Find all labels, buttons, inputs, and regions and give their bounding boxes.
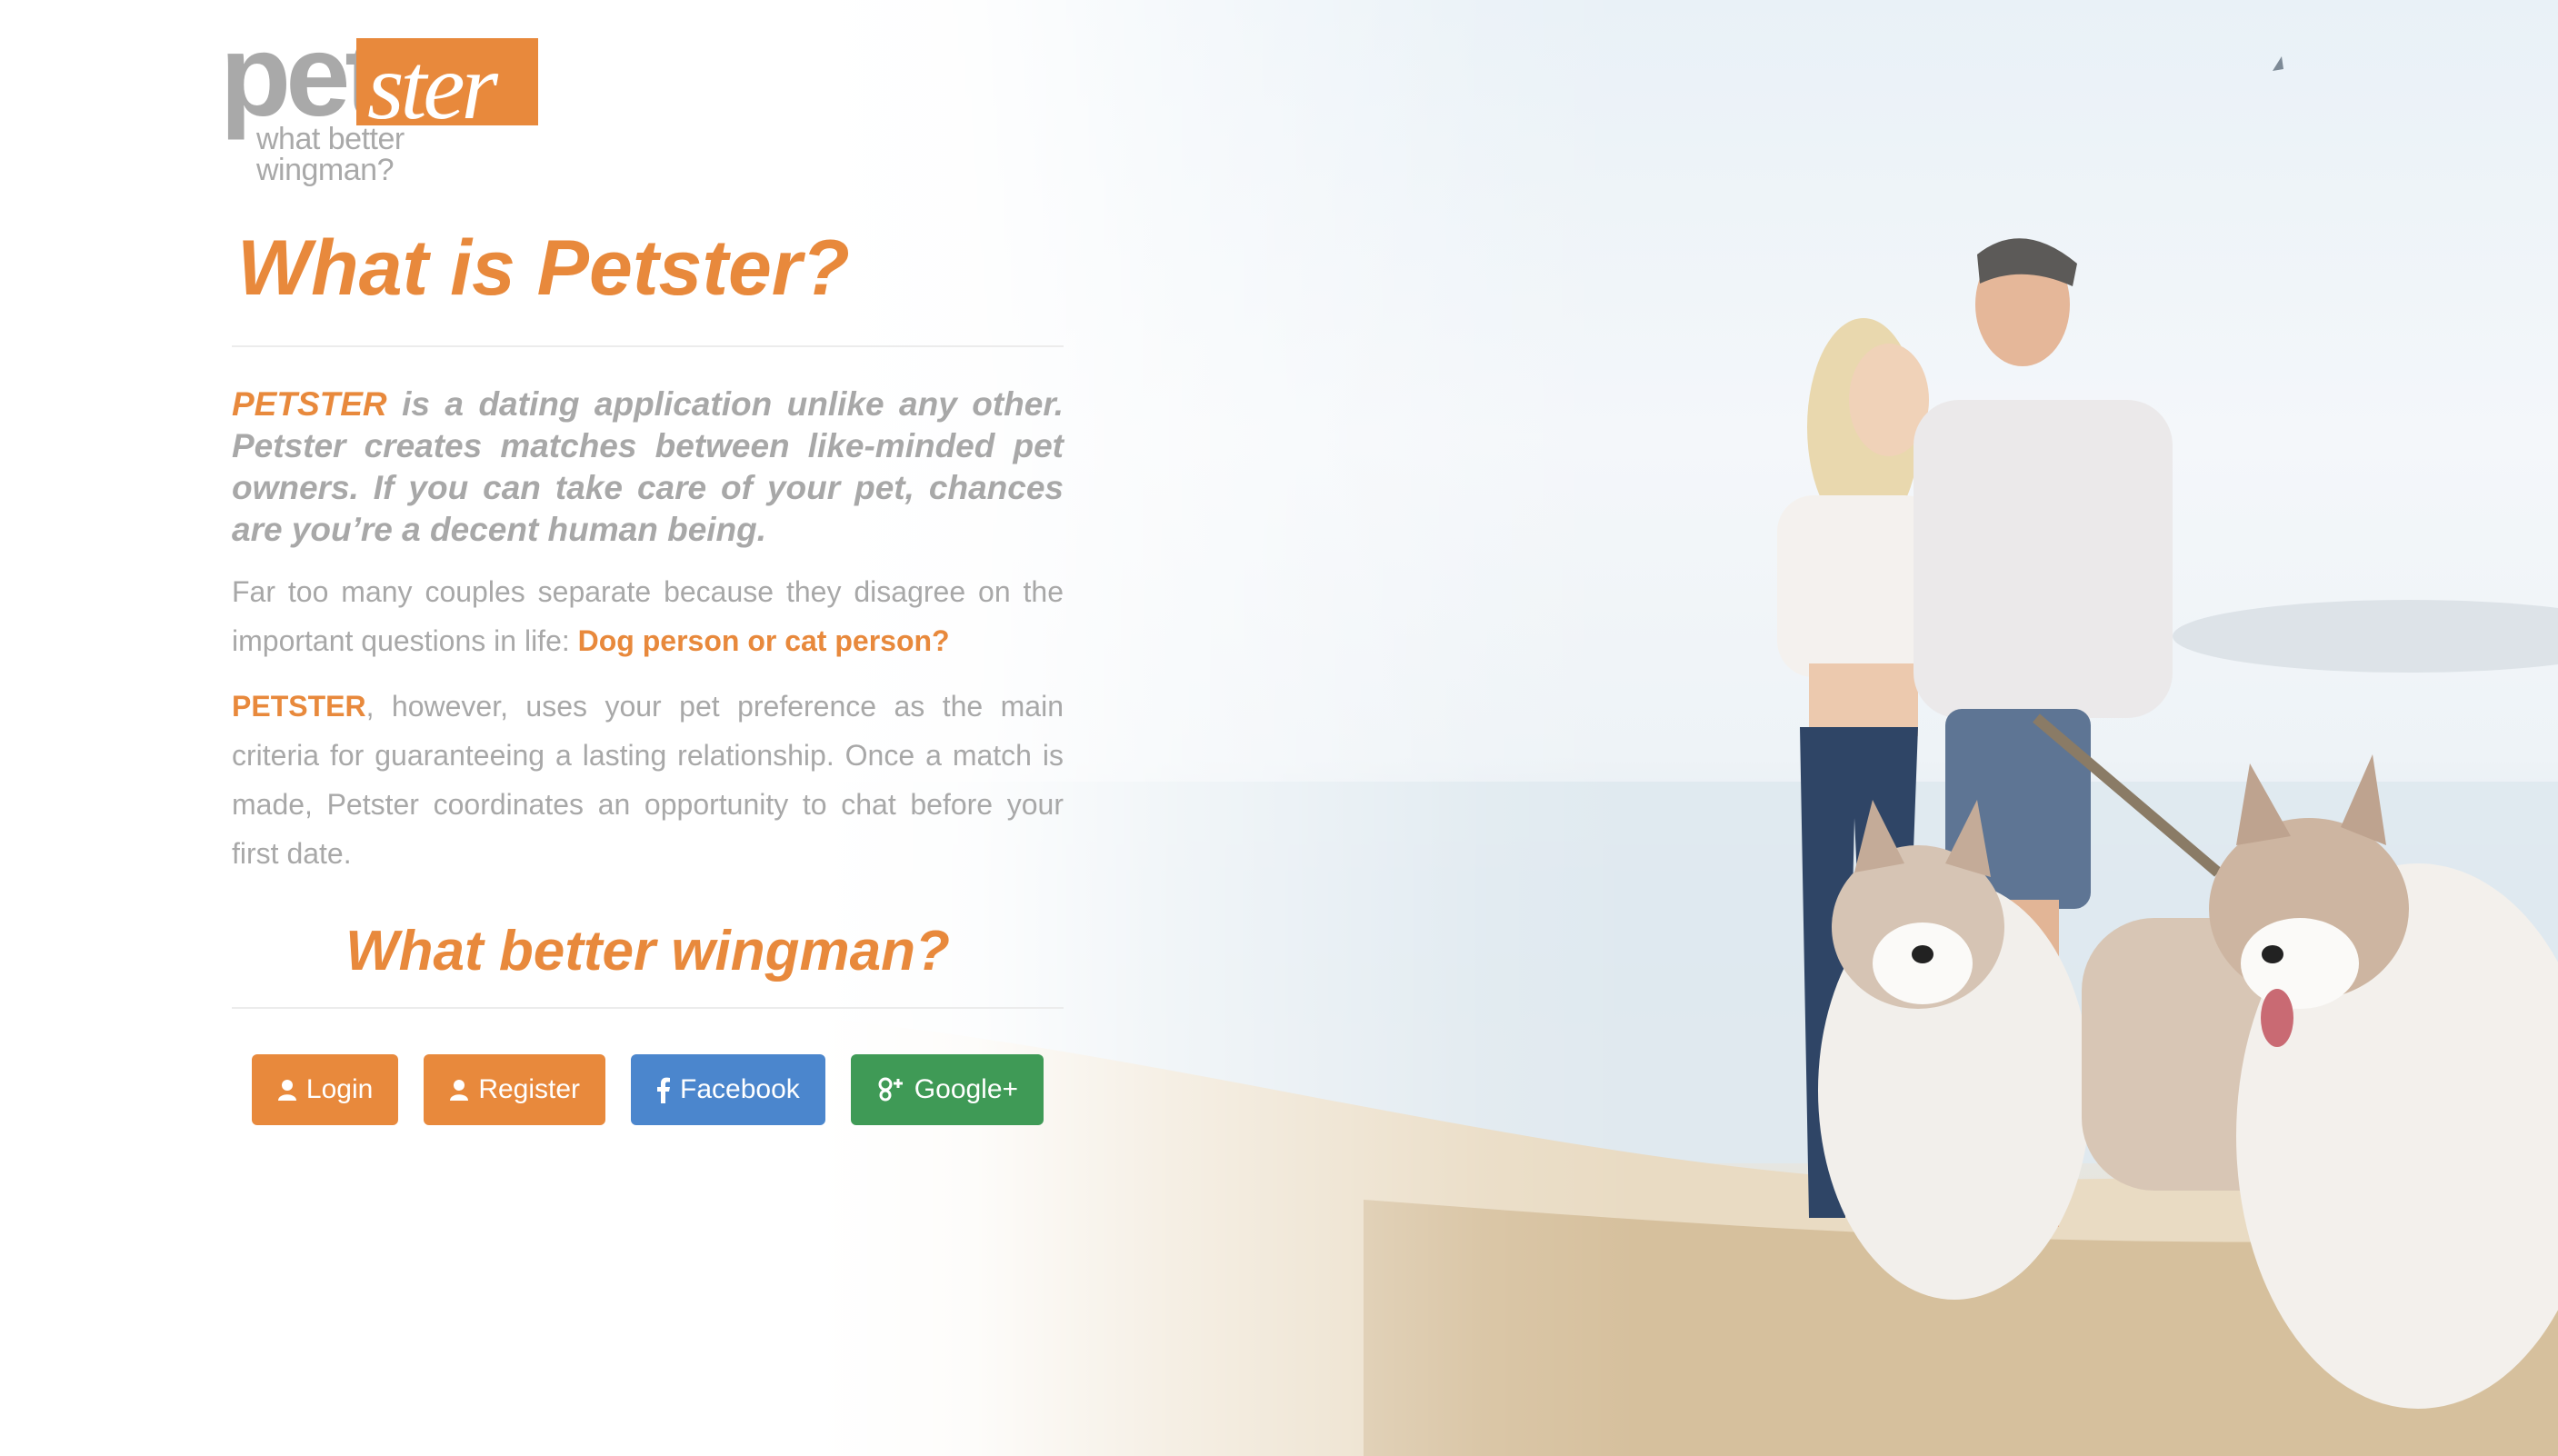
paragraph-brand: PETSTER [232,690,366,723]
register-button[interactable]: Register [424,1054,606,1125]
subtitle-divider [232,1007,1064,1009]
title-divider [232,345,1064,347]
paragraph-petster: PETSTER, however, uses your pet preferen… [232,682,1064,878]
dog-or-cat-highlight: Dog person or cat person? [577,624,950,657]
page-title: What is Petster? [237,224,850,312]
auth-buttons: Login Register Facebook Google+ [232,1054,1064,1125]
lead-paragraph: PETSTER is a dating application unlike a… [232,384,1064,551]
google-plus-icon [876,1076,905,1103]
logo-word-pet: pet [220,11,384,141]
intro-section: What is Petster? PETSTER is a dating app… [232,218,1064,1125]
page: pet ster what better wingman? What is Pe… [0,0,2558,1456]
google-plus-button[interactable]: Google+ [850,1054,1044,1125]
user-icon [277,1079,297,1101]
logo-tagline: what better wingman? [256,122,405,187]
wingman-subtitle: What better wingman? [345,920,950,982]
logo-word-ster: ster [367,35,498,139]
petster-logo[interactable]: pet ster what better wingman? [220,18,547,185]
facebook-button[interactable]: Facebook [631,1054,825,1125]
lead-brand: PETSTER [232,385,387,423]
facebook-label: Facebook [680,1074,800,1104]
login-label: Login [305,1074,374,1104]
google-plus-label: Google+ [914,1074,1019,1104]
register-label: Register [478,1074,581,1104]
paragraph-couples: Far too many couples separate because th… [232,567,1064,665]
user-icon [449,1079,469,1101]
facebook-icon [656,1076,671,1103]
login-button[interactable]: Login [251,1054,399,1125]
